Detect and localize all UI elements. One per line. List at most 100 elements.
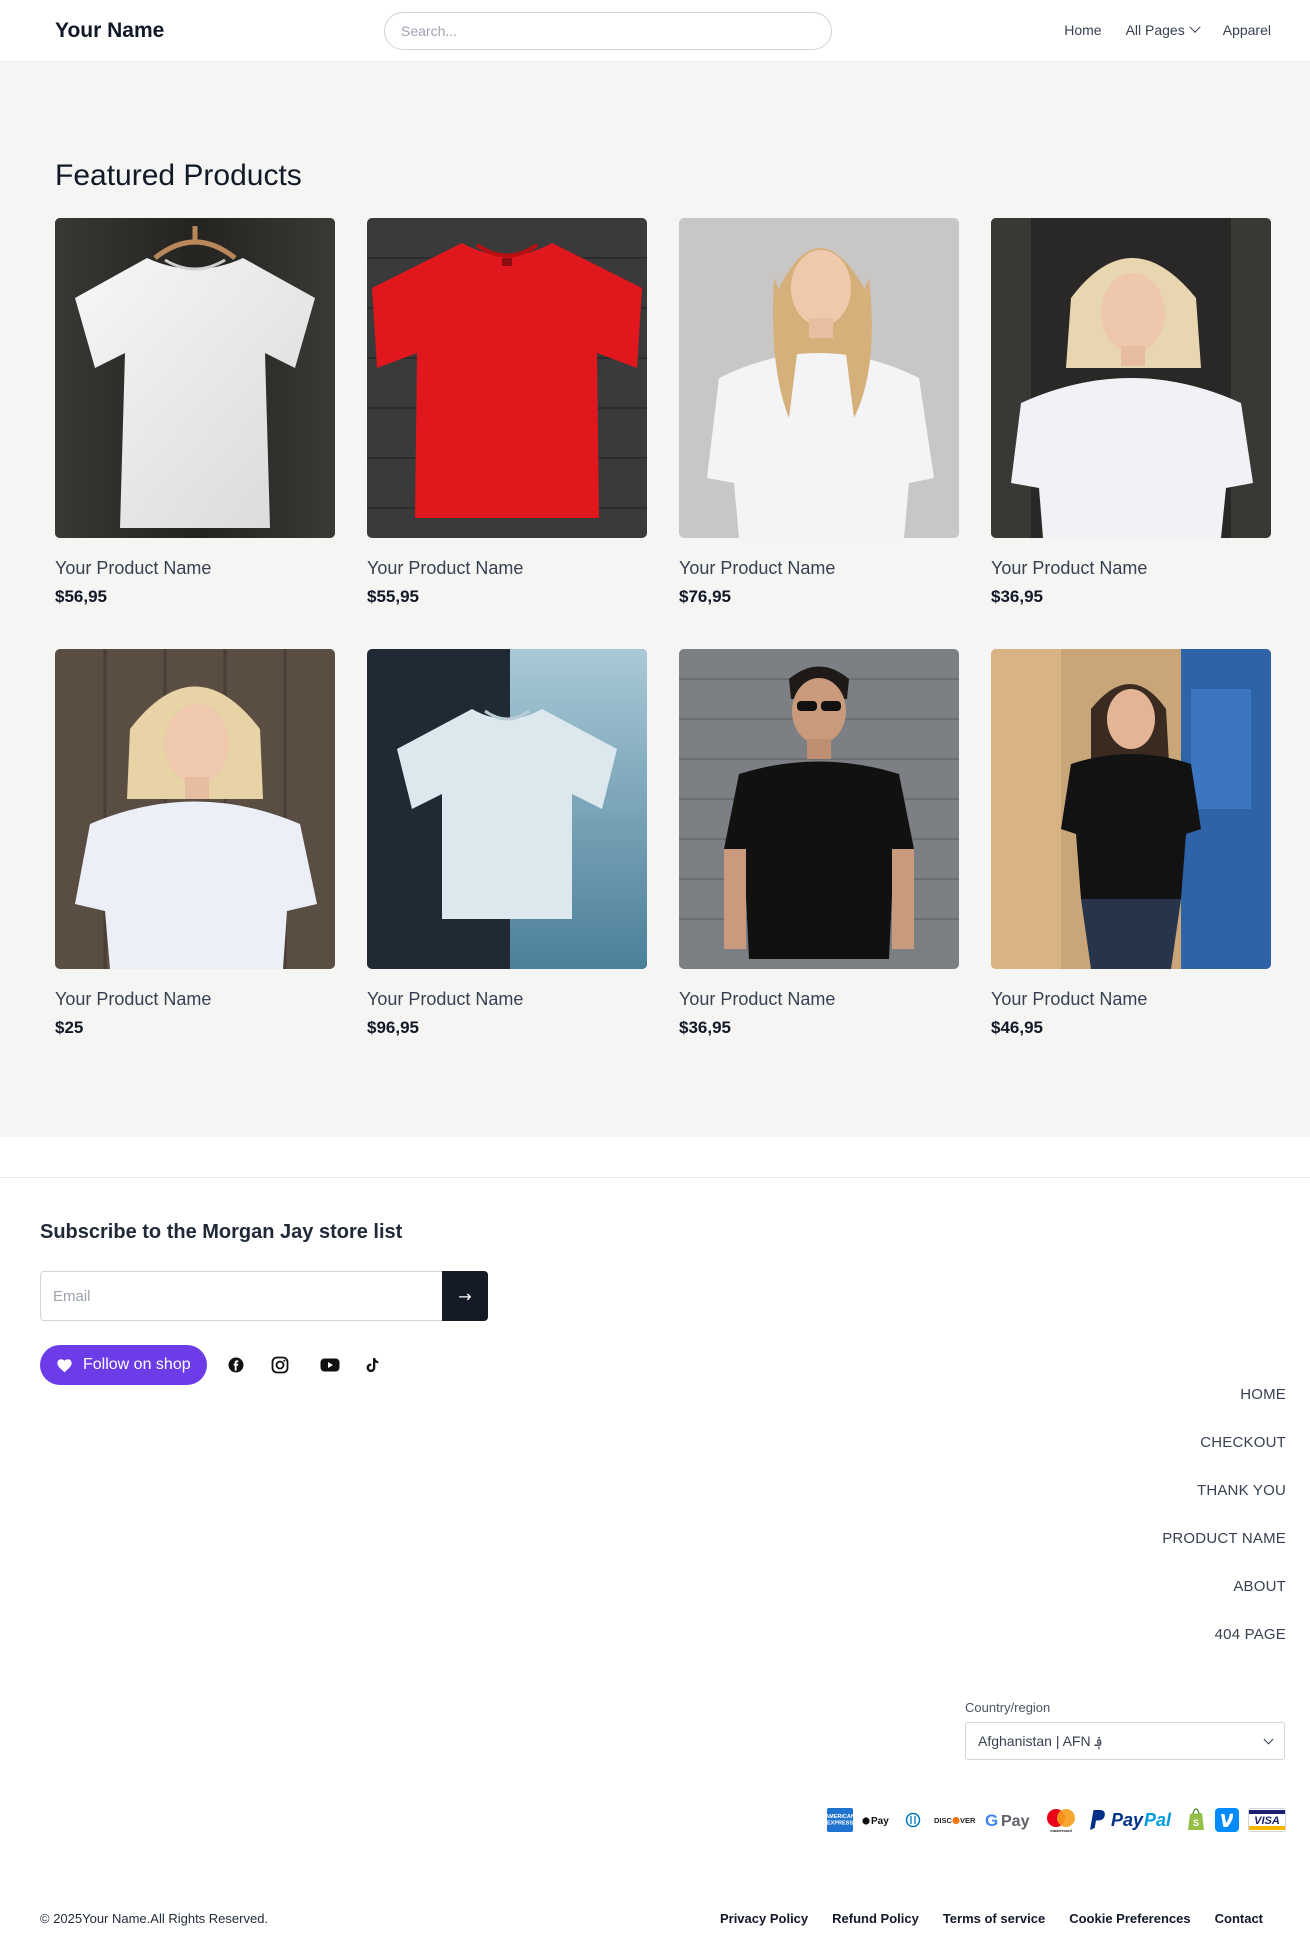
product-card[interactable]: Your Product Name $36,95: [679, 649, 959, 1038]
product-price: $46,95: [991, 1018, 1043, 1037]
footer-link-home[interactable]: HOME: [1162, 1384, 1286, 1432]
product-name[interactable]: Your Product Name: [55, 558, 335, 579]
product-name[interactable]: Your Product Name: [367, 558, 647, 579]
product-price: $36,95: [991, 587, 1043, 606]
product-image[interactable]: [679, 649, 959, 969]
legal-links: Privacy Policy Refund Policy Terms of se…: [720, 1911, 1263, 1926]
product-image[interactable]: [991, 218, 1271, 538]
product-card[interactable]: Your Product Name $55,95: [367, 218, 647, 607]
cookie-preferences-link[interactable]: Cookie Preferences: [1069, 1911, 1190, 1926]
product-price: $36,95: [679, 1018, 731, 1037]
email-field[interactable]: [41, 1272, 442, 1320]
svg-text:Pay: Pay: [871, 1816, 889, 1827]
brand-logo[interactable]: Your Name: [55, 19, 164, 43]
footer-link-product-name[interactable]: PRODUCT NAME: [1162, 1528, 1286, 1576]
product-price: $25: [55, 1018, 84, 1037]
chevron-down-icon: [1189, 21, 1201, 33]
product-card[interactable]: Your Product Name $25: [55, 649, 335, 1038]
product-price: $55,95: [367, 587, 419, 606]
youtube-icon[interactable]: [318, 1353, 342, 1377]
tiktok-icon[interactable]: [360, 1353, 384, 1377]
product-price: $76,95: [679, 587, 731, 606]
product-name[interactable]: Your Product Name: [679, 558, 959, 579]
svg-text:VISA: VISA: [1254, 1815, 1280, 1827]
contact-link[interactable]: Contact: [1215, 1911, 1263, 1926]
apple-pay-icon: Pay: [862, 1807, 892, 1833]
product-name[interactable]: Your Product Name: [679, 989, 959, 1010]
nav-home[interactable]: Home: [1064, 22, 1101, 38]
nav-apparel-label: Apparel: [1222, 22, 1271, 38]
newsletter-form: →: [40, 1271, 488, 1321]
payment-icons: AMERICAN EXPRESS Pay DISC VER G Pay masterc…: [827, 1807, 1286, 1833]
chevron-down-icon: [1263, 1734, 1274, 1744]
terms-of-service-link[interactable]: Terms of service: [943, 1911, 1045, 1926]
search-input[interactable]: [384, 12, 832, 50]
product-price: $96,95: [367, 1018, 419, 1037]
product-price: $56,95: [55, 587, 107, 606]
product-card[interactable]: Your Product Name $96,95: [367, 649, 647, 1038]
facebook-icon[interactable]: [224, 1353, 248, 1377]
follow-on-shop-button[interactable]: Follow on shop: [40, 1345, 207, 1385]
nav-all-pages[interactable]: All Pages: [1126, 21, 1201, 38]
shop-pay-icon: S: [1186, 1807, 1206, 1833]
footer-link-about[interactable]: ABOUT: [1162, 1576, 1286, 1624]
main-nav: Home All Pages Apparel: [1064, 21, 1271, 38]
site-footer: Subscribe to the Morgan Jay store list →…: [0, 1137, 1310, 1956]
country-value: Afghanistan | AFN ؋: [978, 1732, 1103, 1749]
product-image[interactable]: [367, 218, 647, 538]
product-image[interactable]: [55, 649, 335, 969]
diners-club-icon: [901, 1807, 925, 1833]
svg-text:EXPRESS: EXPRESS: [827, 1821, 853, 1827]
featured-products-section: Featured Products Your Product Name $56,…: [0, 62, 1310, 1137]
subscribe-button[interactable]: →: [442, 1271, 488, 1321]
heart-icon: [57, 1358, 72, 1372]
product-image[interactable]: [55, 218, 335, 538]
product-name[interactable]: Your Product Name: [55, 989, 335, 1010]
footer-link-thank-you[interactable]: THANK YOU: [1162, 1480, 1286, 1528]
subscribe-title: Subscribe to the Morgan Jay store list: [40, 1221, 403, 1243]
product-name[interactable]: Your Product Name: [991, 989, 1271, 1010]
amex-icon: AMERICAN EXPRESS: [827, 1807, 853, 1833]
footer-link-checkout[interactable]: CHECKOUT: [1162, 1432, 1286, 1480]
venmo-icon: [1215, 1807, 1239, 1833]
product-image[interactable]: [367, 649, 647, 969]
product-image[interactable]: [991, 649, 1271, 969]
svg-text:mastercard: mastercard: [1050, 1828, 1072, 1833]
copyright-text: © 2025Your Name.All Rights Reserved.: [40, 1911, 269, 1926]
follow-label: Follow on shop: [83, 1356, 191, 1373]
product-card[interactable]: Your Product Name $36,95: [991, 218, 1271, 607]
nav-home-label: Home: [1064, 22, 1102, 38]
footer-link-404[interactable]: 404 PAGE: [1162, 1624, 1286, 1672]
site-header: Your Name Home All Pages Apparel: [0, 0, 1310, 62]
svg-text:VER: VER: [960, 1816, 976, 1825]
svg-text:DISC: DISC: [934, 1816, 953, 1825]
country-region-select[interactable]: Afghanistan | AFN ؋: [965, 1722, 1285, 1760]
svg-text:G: G: [985, 1811, 998, 1830]
nav-apparel[interactable]: Apparel: [1223, 22, 1271, 38]
product-card[interactable]: Your Product Name $56,95: [55, 218, 335, 607]
google-pay-icon: G Pay: [985, 1807, 1035, 1833]
product-image[interactable]: [679, 218, 959, 538]
refund-policy-link[interactable]: Refund Policy: [832, 1911, 919, 1926]
svg-text:Pal: Pal: [1144, 1810, 1172, 1830]
svg-text:AMERICAN: AMERICAN: [827, 1814, 853, 1820]
svg-text:Pay: Pay: [1001, 1813, 1030, 1830]
svg-text:Pay: Pay: [1111, 1810, 1144, 1830]
instagram-icon[interactable]: [268, 1353, 292, 1377]
product-name[interactable]: Your Product Name: [991, 558, 1271, 579]
mastercard-icon: mastercard: [1044, 1807, 1078, 1833]
product-grid: Your Product Name $56,95 Your Product Na…: [55, 218, 1273, 1038]
footer-divider: [0, 1177, 1310, 1178]
discover-icon: DISC VER: [934, 1807, 976, 1833]
paypal-icon: Pay Pal: [1087, 1807, 1177, 1833]
country-label: Country/region: [965, 1700, 1051, 1715]
privacy-policy-link[interactable]: Privacy Policy: [720, 1911, 808, 1926]
svg-text:S: S: [1193, 1818, 1199, 1828]
social-row: Follow on shop: [40, 1345, 384, 1385]
product-name[interactable]: Your Product Name: [367, 989, 647, 1010]
product-card[interactable]: Your Product Name $76,95: [679, 218, 959, 607]
visa-icon: VISA: [1248, 1807, 1286, 1833]
footer-nav: HOME CHECKOUT THANK YOU PRODUCT NAME ABO…: [1162, 1384, 1286, 1672]
product-card[interactable]: Your Product Name $46,95: [991, 649, 1271, 1038]
section-title: Featured Products: [55, 159, 302, 192]
